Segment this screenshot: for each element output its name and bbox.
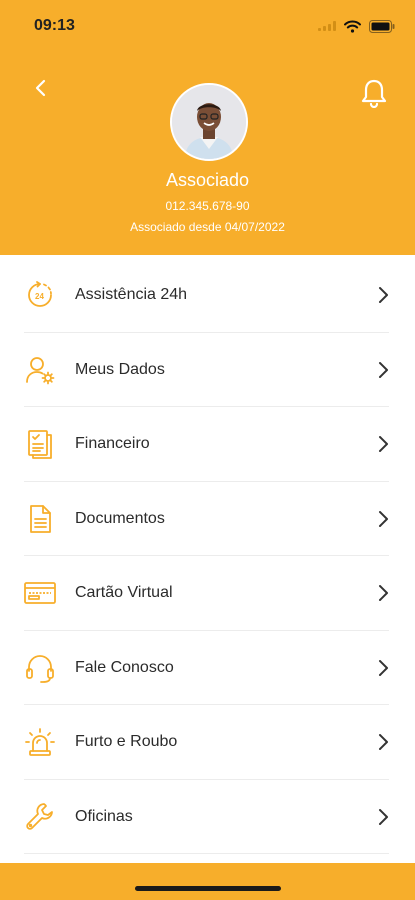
home-indicator[interactable] [135,886,281,891]
menu-item-label: Fale Conosco [75,658,174,676]
user-settings-icon [22,352,58,388]
document-icon [22,501,58,537]
financial-checklist-icon [22,426,58,462]
avatar-photo [172,85,246,159]
signal-icon [318,21,336,31]
status-indicators [318,18,395,34]
menu-item-label: Cartão Virtual [75,584,173,602]
svg-text:24: 24 [35,292,44,301]
profile-name: Associado [165,170,250,190]
bottom-bar [0,863,415,900]
notifications-button[interactable] [359,76,389,110]
menu-item-label: Oficinas [75,807,133,825]
menu-item-meus-dados[interactable]: Meus Dados [0,333,415,407]
status-time: 09:13 [34,17,75,34]
chevron-right-icon [379,436,388,453]
battery-icon [369,19,395,33]
divider [24,853,389,854]
menu-item-documentos[interactable]: Documentos [0,482,415,556]
menu-item-label: Financeiro [75,435,150,453]
chevron-right-icon [379,585,388,602]
back-button[interactable] [26,74,54,102]
menu-item-fale-conosco[interactable]: Fale Conosco [0,631,415,705]
bell-icon [361,79,387,108]
avatar[interactable] [170,83,248,161]
chevron-right-icon [379,659,388,676]
profile-header: 09:13 Associado 012.345.678-90 Associado… [0,0,415,255]
member-since: Associado desde 04/07/2022 [130,220,285,234]
wrench-icon [22,799,58,835]
menu-item-label: Assistência 24h [75,286,188,304]
menu-item-furto-e-roubo[interactable]: Furto e Roubo [0,705,415,780]
siren-icon [22,724,58,760]
card-icon [22,575,58,611]
headset-icon [22,650,58,686]
menu-item-oficinas[interactable]: Oficinas [0,780,415,854]
menu-item-label: Meus Dados [75,360,165,378]
chevron-right-icon [379,808,388,825]
assistance-24h-icon: 24 [22,277,58,313]
menu-item-label: Documentos [75,509,165,527]
chevron-right-icon [379,287,388,304]
chevron-right-icon [379,734,388,751]
wifi-icon [344,20,361,33]
menu-list: 24 Assistência 24h Meus Dados Financeiro… [0,258,415,854]
menu-item-label: Furto e Roubo [75,733,178,751]
chevron-left-icon [35,79,46,97]
profile-document: 012.345.678-90 [165,199,250,213]
menu-item-cartao-virtual[interactable]: Cartão Virtual [0,556,415,631]
chevron-right-icon [379,361,388,378]
menu-item-assistencia-24h[interactable]: 24 Assistência 24h [0,258,415,333]
chevron-right-icon [379,510,388,527]
menu-item-financeiro[interactable]: Financeiro [0,407,415,482]
